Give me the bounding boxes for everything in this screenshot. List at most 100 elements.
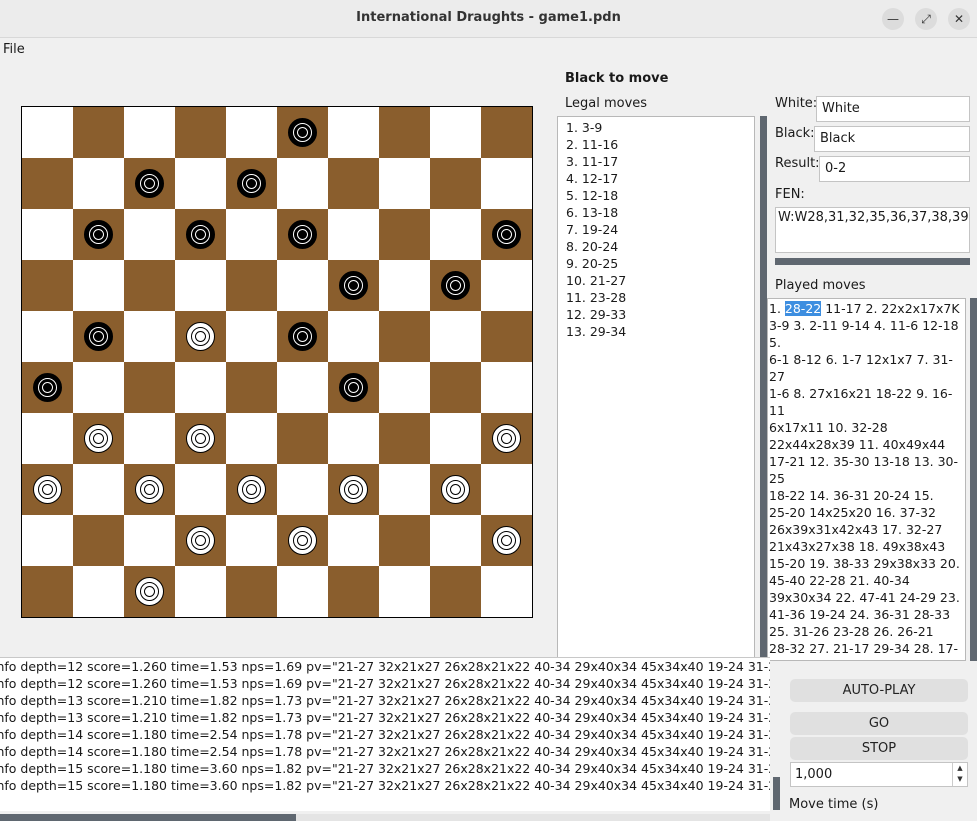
dark-square[interactable] (124, 362, 175, 413)
dark-square[interactable] (277, 413, 328, 464)
legal-move-item[interactable]: 10. 21-27 (566, 272, 754, 289)
dark-square[interactable] (226, 464, 277, 515)
dark-square[interactable] (328, 464, 379, 515)
legal-move-item[interactable]: 8. 20-24 (566, 238, 754, 255)
played-moves-text[interactable]: 1. 28-22 11-17 2. 22x2x17x7K 3-9 3. 2-11… (767, 298, 966, 661)
dark-square[interactable] (73, 515, 124, 566)
maximize-button[interactable]: ⤢ (915, 8, 937, 30)
dark-square[interactable] (226, 566, 277, 617)
dark-square[interactable] (430, 158, 481, 209)
legal-move-item[interactable]: 1. 3-9 (566, 119, 754, 136)
dark-square[interactable] (22, 158, 73, 209)
white-man-piece[interactable] (33, 475, 62, 504)
black-man-piece[interactable] (288, 220, 317, 249)
dark-square[interactable] (277, 515, 328, 566)
dark-square[interactable] (430, 464, 481, 515)
legal-move-item[interactable]: 5. 12-18 (566, 187, 754, 204)
legal-move-item[interactable]: 6. 13-18 (566, 204, 754, 221)
white-man-piece[interactable] (186, 424, 215, 453)
dark-square[interactable] (379, 515, 430, 566)
dark-square[interactable] (328, 362, 379, 413)
move-time-value[interactable]: 1,000 (795, 767, 832, 782)
dark-square[interactable] (124, 566, 175, 617)
legal-moves-scrollbar[interactable] (760, 116, 767, 661)
dark-square[interactable] (328, 566, 379, 617)
black-player-field[interactable]: Black (814, 126, 970, 152)
legal-move-item[interactable]: 9. 20-25 (566, 255, 754, 272)
dark-square[interactable] (22, 260, 73, 311)
dark-square[interactable] (73, 311, 124, 362)
dark-square[interactable] (175, 107, 226, 158)
black-man-piece[interactable] (84, 322, 113, 351)
dark-square[interactable] (277, 107, 328, 158)
white-player-field[interactable]: White (816, 96, 970, 122)
engine-log-hscrollbar[interactable] (0, 814, 770, 821)
dark-square[interactable] (124, 158, 175, 209)
played-moves-scrollbar[interactable] (970, 298, 977, 661)
dark-square[interactable] (73, 209, 124, 260)
black-man-piece[interactable] (237, 169, 266, 198)
dark-square[interactable] (481, 209, 532, 260)
dark-square[interactable] (379, 107, 430, 158)
legal-move-item[interactable]: 12. 29-33 (566, 306, 754, 323)
spin-down-icon[interactable]: ▼ (953, 774, 967, 785)
black-man-piece[interactable] (492, 220, 521, 249)
legal-move-item[interactable]: 3. 11-17 (566, 153, 754, 170)
black-man-piece[interactable] (186, 220, 215, 249)
autoplay-button[interactable]: AUTO-PLAY (790, 679, 968, 702)
dark-square[interactable] (277, 209, 328, 260)
black-man-piece[interactable] (135, 169, 164, 198)
white-man-piece[interactable] (135, 475, 164, 504)
dark-square[interactable] (328, 260, 379, 311)
dark-square[interactable] (430, 260, 481, 311)
black-man-piece[interactable] (84, 220, 113, 249)
dark-square[interactable] (226, 260, 277, 311)
white-man-piece[interactable] (492, 424, 521, 453)
dark-square[interactable] (379, 209, 430, 260)
dark-square[interactable] (175, 413, 226, 464)
selected-move[interactable]: 28-22 (784, 301, 822, 316)
dark-square[interactable] (481, 107, 532, 158)
menu-file[interactable]: File (3, 42, 25, 57)
dark-square[interactable] (22, 566, 73, 617)
dark-square[interactable] (73, 107, 124, 158)
spinner-arrows[interactable]: ▲ ▼ (952, 763, 967, 786)
dark-square[interactable] (430, 362, 481, 413)
move-time-spinner[interactable]: 1,000 ▲ ▼ (790, 762, 968, 787)
black-man-piece[interactable] (441, 271, 470, 300)
black-man-piece[interactable] (339, 373, 368, 402)
white-man-piece[interactable] (84, 424, 113, 453)
dark-square[interactable] (22, 362, 73, 413)
legal-move-item[interactable]: 2. 11-16 (566, 136, 754, 153)
black-man-piece[interactable] (288, 322, 317, 351)
dark-square[interactable] (277, 311, 328, 362)
dark-square[interactable] (481, 311, 532, 362)
dark-square[interactable] (328, 158, 379, 209)
fen-scrollbar[interactable] (775, 258, 970, 265)
go-button[interactable]: GO (790, 712, 968, 735)
white-man-piece[interactable] (186, 526, 215, 555)
white-man-piece[interactable] (339, 475, 368, 504)
white-man-piece[interactable] (288, 526, 317, 555)
white-man-piece[interactable] (237, 475, 266, 504)
legal-move-item[interactable]: 13. 29-34 (566, 323, 754, 340)
dark-square[interactable] (481, 413, 532, 464)
dark-square[interactable] (175, 311, 226, 362)
white-man-piece[interactable] (441, 475, 470, 504)
dark-square[interactable] (22, 464, 73, 515)
dark-square[interactable] (124, 464, 175, 515)
fen-field[interactable]: W:W28,31,32,35,36,37,38,39,40 (775, 207, 970, 253)
stop-button[interactable]: STOP (790, 737, 968, 760)
dark-square[interactable] (430, 566, 481, 617)
legal-move-item[interactable]: 4. 12-17 (566, 170, 754, 187)
dark-square[interactable] (226, 158, 277, 209)
dark-square[interactable] (379, 413, 430, 464)
black-man-piece[interactable] (33, 373, 62, 402)
close-button[interactable]: ✕ (948, 8, 970, 30)
black-man-piece[interactable] (288, 118, 317, 147)
minimize-button[interactable]: — (882, 8, 904, 30)
black-man-piece[interactable] (339, 271, 368, 300)
engine-log-hscroll-thumb[interactable] (0, 814, 296, 821)
dark-square[interactable] (481, 515, 532, 566)
result-field[interactable]: 0-2 (819, 156, 970, 182)
